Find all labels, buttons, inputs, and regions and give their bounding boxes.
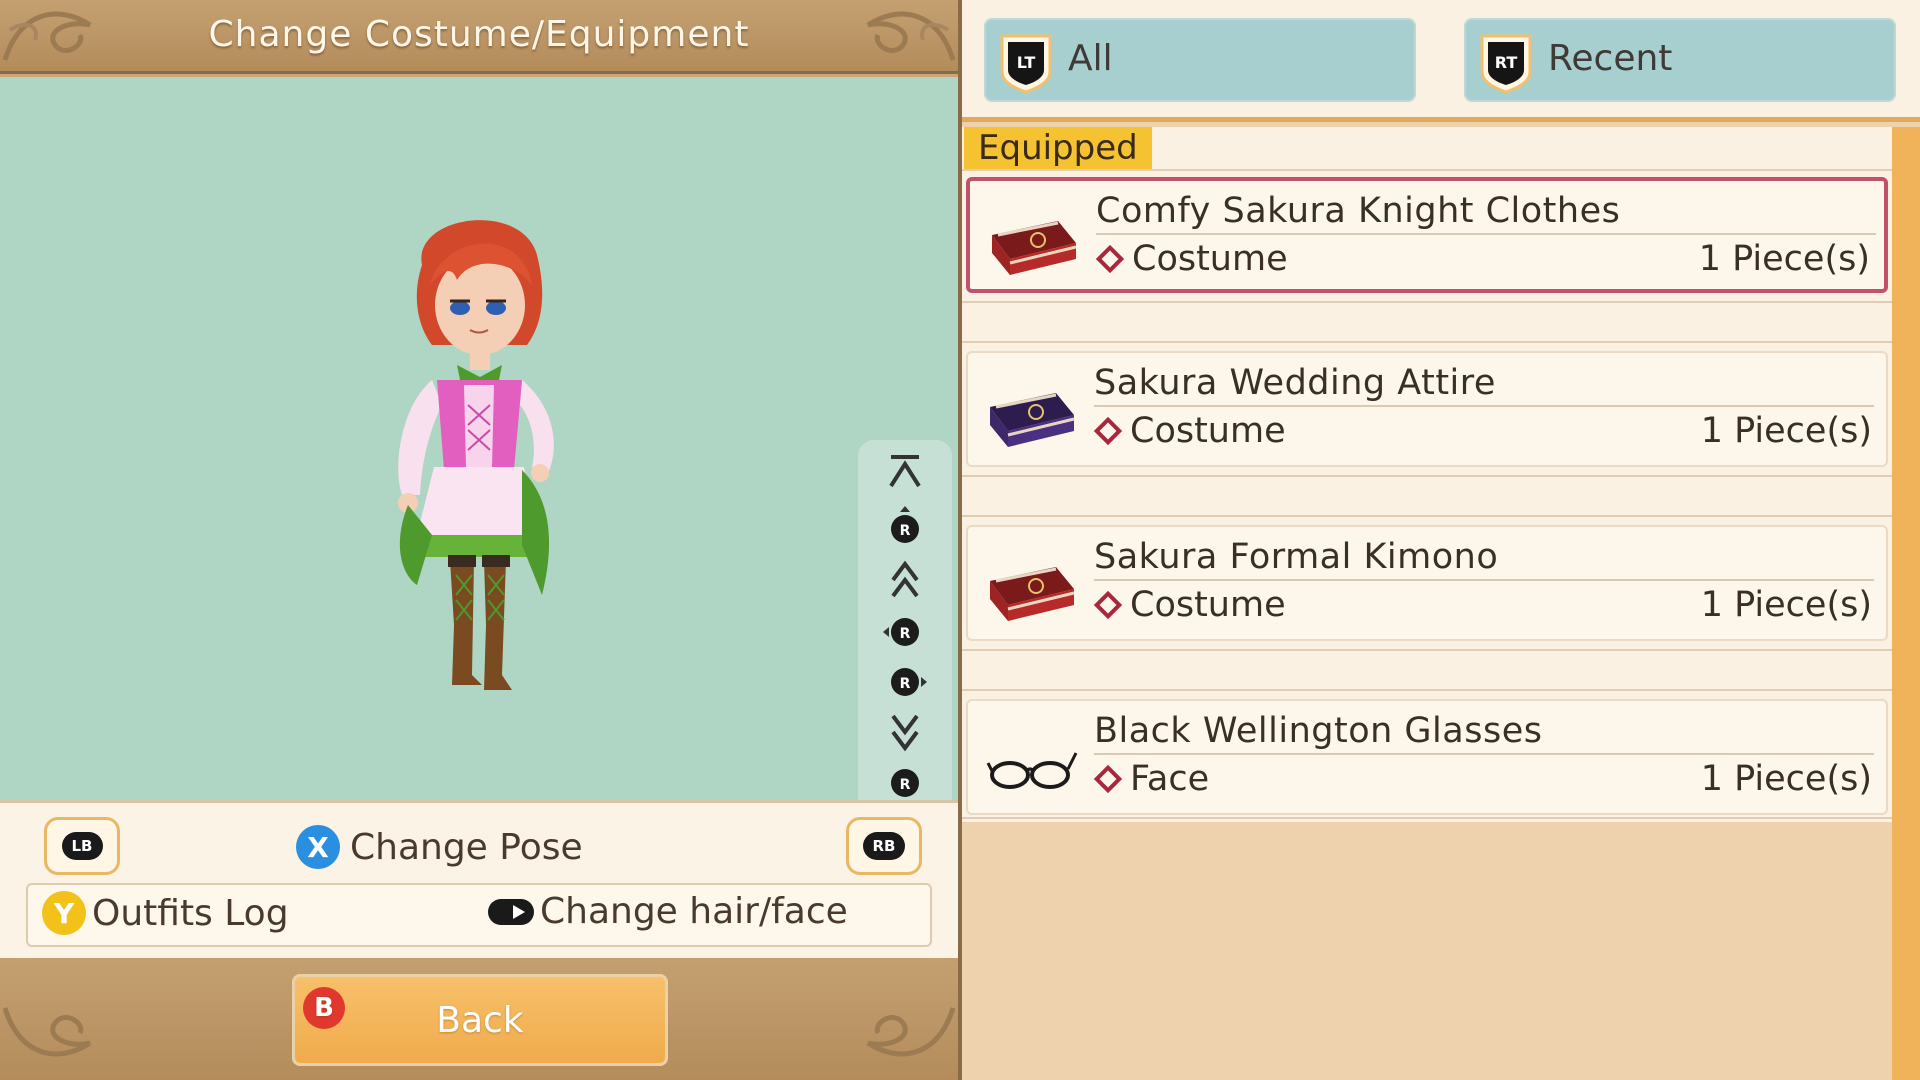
list-item[interactable]: Comfy Sakura Knight Clothes Costume 1 Pi…	[966, 177, 1888, 293]
item-divider	[1094, 579, 1874, 581]
camera-up-icon[interactable]: R	[858, 506, 952, 546]
red-costume-case-icon	[988, 213, 1080, 279]
item-divider	[1094, 753, 1874, 755]
item-category-label: Costume	[1132, 239, 1288, 279]
zoom-in-icon[interactable]	[858, 560, 952, 600]
rotate-right-icon[interactable]: R	[858, 662, 952, 702]
filter-tabs: LT All RT Recent	[962, 0, 1920, 122]
tab-recent[interactable]: RT Recent	[1464, 18, 1896, 102]
change-pose-label: Change Pose	[350, 826, 583, 868]
title-bar: Change Costume/Equipment	[0, 0, 958, 74]
lb-label: LB	[61, 832, 103, 860]
diamond-icon	[1093, 416, 1123, 446]
item-quantity: 1 Piece(s)	[1700, 759, 1872, 799]
item-category-label: Costume	[1130, 411, 1286, 451]
list-item[interactable]: Sakura Wedding Attire Costume 1 Piece(s)	[966, 351, 1888, 467]
row-divider	[962, 475, 1892, 477]
list-item[interactable]: Black Wellington Glasses Face 1 Piece(s)	[966, 699, 1888, 815]
change-hair-face-button[interactable]: Change hair/face	[488, 891, 848, 932]
outfits-log-label: Outfits Log	[92, 892, 289, 934]
lt-trigger-icon: LT	[1000, 34, 1052, 94]
item-name: Sakura Formal Kimono	[1094, 537, 1499, 577]
svg-text:LT: LT	[1017, 53, 1036, 72]
item-divider	[1096, 233, 1876, 235]
equipped-section-label: Equipped	[964, 127, 1152, 169]
diamond-icon	[1095, 244, 1125, 274]
page-title: Change Costume/Equipment	[208, 14, 750, 55]
row-divider	[962, 515, 1892, 517]
item-category: Face	[1093, 759, 1210, 799]
glasses-icon	[986, 733, 1078, 799]
item-quantity: 1 Piece(s)	[1698, 239, 1870, 279]
footer-bar: B Back	[0, 958, 958, 1080]
costume-list: Equipped Comfy Sakura Knight Clothes Cos…	[962, 127, 1892, 822]
outfit-preview-panel: Change Costume/Equipment R R R R LB X Ch…	[0, 0, 958, 1080]
character-preview[interactable]: R R R R	[0, 77, 958, 872]
change-pose-button[interactable]: X Change Pose	[296, 819, 583, 875]
back-button[interactable]: B Back	[292, 974, 668, 1066]
svg-text:R: R	[900, 777, 911, 793]
item-category: Costume	[1095, 239, 1288, 279]
y-button-icon: Y	[42, 891, 86, 935]
outfits-log-button[interactable]: Y Outfits Log	[42, 891, 289, 935]
row-divider	[962, 341, 1892, 343]
rb-label: RB	[862, 832, 906, 860]
row-divider	[962, 689, 1892, 691]
svg-text:R: R	[900, 676, 911, 692]
item-category-label: Face	[1130, 759, 1210, 799]
svg-text:R: R	[900, 523, 911, 539]
diamond-icon	[1093, 764, 1123, 794]
item-quantity: 1 Piece(s)	[1700, 585, 1872, 625]
section-divider	[962, 169, 1892, 171]
item-category: Costume	[1093, 411, 1286, 451]
lb-button[interactable]: LB	[44, 817, 120, 875]
item-name: Black Wellington Glasses	[1094, 711, 1543, 751]
item-category: Costume	[1093, 585, 1286, 625]
row-divider	[962, 817, 1892, 819]
b-button-icon: B	[303, 987, 345, 1029]
svg-text:R: R	[900, 626, 911, 642]
preview-controls: LB X Change Pose RB Y Outfits Log Change…	[0, 800, 958, 958]
list-item[interactable]: Sakura Formal Kimono Costume 1 Piece(s)	[966, 525, 1888, 641]
zoom-max-icon[interactable]	[858, 452, 952, 492]
rotate-left-icon[interactable]: R	[858, 612, 952, 652]
row-divider	[962, 301, 1892, 303]
item-name: Sakura Wedding Attire	[1094, 363, 1496, 403]
item-quantity: 1 Piece(s)	[1700, 411, 1872, 451]
svg-text:RT: RT	[1495, 53, 1518, 72]
secondary-actions: Y Outfits Log Change hair/face	[26, 883, 932, 947]
rb-button[interactable]: RB	[846, 817, 922, 875]
item-divider	[1094, 405, 1874, 407]
item-category-label: Costume	[1130, 585, 1286, 625]
change-hair-face-label: Change hair/face	[540, 891, 848, 932]
purple-costume-case-icon	[986, 385, 1078, 451]
back-label: Back	[436, 999, 524, 1041]
tab-recent-label: Recent	[1548, 38, 1673, 79]
zoom-out-icon[interactable]	[858, 712, 952, 752]
ornament-bottom-left-icon	[0, 998, 110, 1068]
scrollbar[interactable]	[1892, 127, 1920, 1080]
row-divider	[962, 649, 1892, 651]
ornament-bottom-right-icon	[848, 998, 958, 1068]
tab-all[interactable]: LT All	[984, 18, 1416, 102]
item-name: Comfy Sakura Knight Clothes	[1096, 191, 1621, 231]
item-list-panel: LT All RT Recent Equipped Comfy Sakura K…	[962, 0, 1920, 1080]
right-stick-icon	[488, 898, 534, 925]
tab-all-label: All	[1068, 38, 1113, 79]
x-button-icon: X	[296, 825, 340, 869]
character-model	[398, 220, 554, 690]
red-costume-case-icon	[986, 559, 1078, 625]
diamond-icon	[1093, 590, 1123, 620]
rt-trigger-icon: RT	[1480, 34, 1532, 94]
